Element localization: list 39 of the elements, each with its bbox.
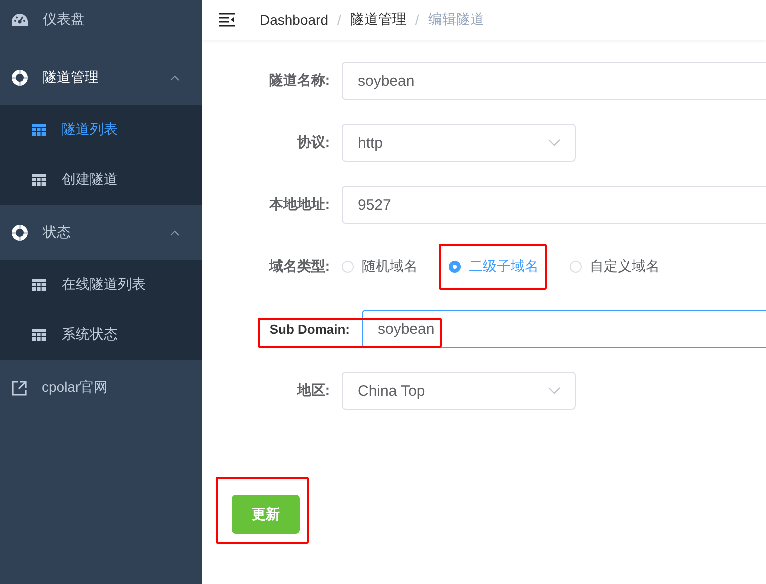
select-field[interactable]: China Top — [342, 372, 576, 410]
field-label: Sub Domain: — [270, 322, 350, 337]
breadcrumb-separator: / — [338, 12, 342, 28]
breadcrumb-separator: / — [415, 12, 420, 28]
breadcrumb-item: 编辑隧道 — [428, 11, 484, 29]
field-label: 隧道名称: — [269, 72, 330, 90]
external-link-icon — [12, 380, 27, 396]
field-label: 地区: — [297, 382, 330, 400]
lifebuoy-icon — [12, 70, 28, 86]
submenu-item[interactable]: 创建隧道 — [0, 155, 202, 205]
menu-icon[interactable] — [219, 13, 235, 27]
table-icon — [32, 279, 46, 291]
text-input-field[interactable]: soybean — [362, 310, 766, 348]
menu-group-header[interactable]: 状态 — [0, 205, 202, 260]
text-input-field[interactable]: soybean — [342, 62, 766, 100]
breadcrumb-item[interactable]: Dashboard — [260, 12, 328, 28]
radio-option[interactable]: 自定义域名 — [570, 258, 660, 276]
submenu-item[interactable]: 系统状态 — [0, 310, 202, 360]
submenu-item[interactable]: 隧道列表 — [0, 105, 202, 155]
chevron-down-icon — [548, 139, 561, 147]
chevron-icon — [170, 74, 180, 80]
chevron-down-icon — [548, 387, 561, 395]
lifebuoy-icon — [12, 224, 28, 240]
table-icon — [32, 174, 46, 186]
sidebar-item[interactable]: 仪表盘 — [0, 0, 202, 40]
field-label: 协议: — [297, 134, 330, 152]
select-field[interactable]: http — [342, 124, 576, 162]
breadcrumb-item[interactable]: 隧道管理 — [350, 11, 406, 29]
submenu-item[interactable]: 在线隧道列表 — [0, 260, 202, 310]
chevron-icon — [170, 230, 180, 236]
sidebar-link[interactable]: cpolar官网 — [0, 360, 202, 416]
gauge-icon — [12, 14, 28, 26]
field-label: 本地地址: — [269, 196, 330, 214]
radio-option[interactable]: 随机域名 — [342, 258, 418, 276]
table-icon — [32, 329, 46, 341]
menu-group-header[interactable]: 隧道管理 — [0, 50, 202, 105]
table-icon — [32, 124, 46, 136]
text-input-field[interactable]: 9527 — [342, 186, 766, 224]
field-label: 域名类型: — [269, 258, 330, 276]
